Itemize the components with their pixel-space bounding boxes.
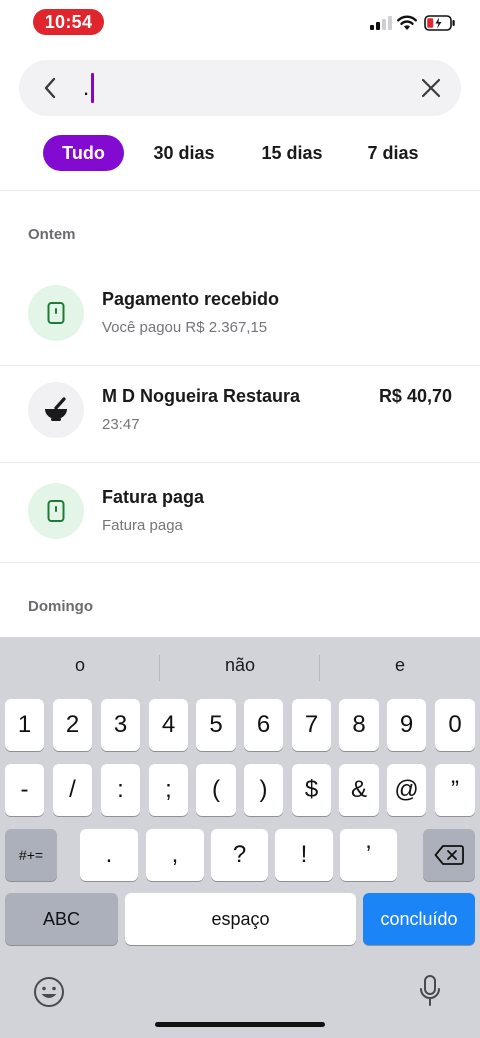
abc-key[interactable]: ABC xyxy=(5,893,118,945)
key[interactable]: ! xyxy=(275,829,333,881)
filter-chip-30-days[interactable]: 30 dias xyxy=(142,135,226,171)
text-caret xyxy=(91,73,95,103)
key[interactable]: . xyxy=(80,829,138,881)
chevron-left-icon xyxy=(44,77,56,99)
keyboard-suggestions: o não e xyxy=(0,637,480,699)
backspace-icon xyxy=(434,845,464,865)
section-header-yesterday: Ontem xyxy=(28,226,76,243)
key[interactable]: , xyxy=(146,829,204,881)
search-input-value: . xyxy=(83,75,90,100)
key[interactable]: - xyxy=(5,764,44,816)
filter-chip-15-days[interactable]: 15 dias xyxy=(252,135,332,171)
key[interactable]: ; xyxy=(149,764,188,816)
done-key[interactable]: concluído xyxy=(363,893,475,945)
transaction-title: Fatura paga xyxy=(102,487,205,507)
suggestion-item[interactable]: e xyxy=(320,655,480,676)
clear-search-button[interactable] xyxy=(417,74,445,102)
transaction-subtitle: 23:47 xyxy=(102,416,140,433)
wifi-icon xyxy=(397,15,417,30)
transaction-icon xyxy=(28,483,84,539)
divider xyxy=(0,190,480,191)
key[interactable]: ( xyxy=(196,764,236,816)
home-indicator xyxy=(155,1022,325,1027)
key[interactable]: 9 xyxy=(387,699,426,751)
key[interactable]: ’ xyxy=(340,829,397,881)
status-time: 10:54 xyxy=(33,9,104,35)
suggestion-item[interactable]: o xyxy=(0,655,160,676)
key[interactable]: $ xyxy=(292,764,331,816)
transaction-icon xyxy=(28,285,84,341)
divider xyxy=(0,562,480,563)
filter-chip-all[interactable]: Tudo xyxy=(43,135,124,171)
key[interactable]: 7 xyxy=(292,699,331,751)
transaction-title: Pagamento recebido xyxy=(102,289,280,309)
search-bar: . xyxy=(19,60,461,116)
key[interactable]: ? xyxy=(211,829,268,881)
transaction-item[interactable]: Pagamento recebido Você pagou R$ 2.367,1… xyxy=(0,265,480,365)
filter-chip-7-days[interactable]: 7 dias xyxy=(358,135,428,171)
key[interactable]: 3 xyxy=(101,699,140,751)
symbols-key[interactable]: #+= xyxy=(5,829,57,881)
transaction-icon xyxy=(28,382,84,438)
key[interactable]: 1 xyxy=(5,699,44,751)
cellular-signal-icon xyxy=(370,16,392,30)
key[interactable]: @ xyxy=(387,764,426,816)
backspace-key[interactable] xyxy=(423,829,475,881)
card-icon xyxy=(47,500,65,522)
battery-charging-icon xyxy=(424,15,455,31)
keyboard: o não e 1 2 3 4 5 6 7 8 9 0 - / : ; ( ) … xyxy=(0,637,480,1038)
key[interactable]: 4 xyxy=(149,699,188,751)
transaction-item[interactable]: Fatura paga Fatura paga xyxy=(0,463,480,563)
key[interactable]: & xyxy=(339,764,379,816)
key[interactable]: ) xyxy=(244,764,283,816)
search-input[interactable]: . xyxy=(83,72,383,104)
key[interactable]: 2 xyxy=(53,699,92,751)
key[interactable]: 8 xyxy=(339,699,379,751)
transaction-amount: R$ 40,70 xyxy=(378,386,452,406)
date-filter-chips: Tudo 30 dias 15 dias 7 dias xyxy=(0,135,480,171)
suggestion-item[interactable]: não xyxy=(160,655,320,676)
space-key[interactable]: espaço xyxy=(125,893,356,945)
key[interactable]: 6 xyxy=(244,699,283,751)
key[interactable]: ” xyxy=(435,764,475,816)
back-button[interactable] xyxy=(37,74,63,102)
status-bar: 10:54 xyxy=(0,0,480,46)
transaction-item[interactable]: M D Nogueira Restaura 23:47 R$ 40,70 xyxy=(0,362,480,462)
key[interactable]: : xyxy=(101,764,140,816)
transaction-subtitle: Fatura paga xyxy=(102,517,183,534)
key[interactable]: 5 xyxy=(196,699,236,751)
microphone-icon[interactable] xyxy=(418,974,442,1008)
key[interactable]: / xyxy=(53,764,92,816)
card-icon xyxy=(47,302,65,324)
mortar-pestle-icon xyxy=(45,397,67,421)
emoji-icon[interactable] xyxy=(33,976,65,1008)
transaction-title: M D Nogueira Restaura xyxy=(102,386,301,406)
close-icon xyxy=(421,78,441,98)
transaction-subtitle: Você pagou R$ 2.367,15 xyxy=(102,319,268,336)
key[interactable]: 0 xyxy=(435,699,475,751)
section-header-sunday: Domingo xyxy=(28,598,93,615)
